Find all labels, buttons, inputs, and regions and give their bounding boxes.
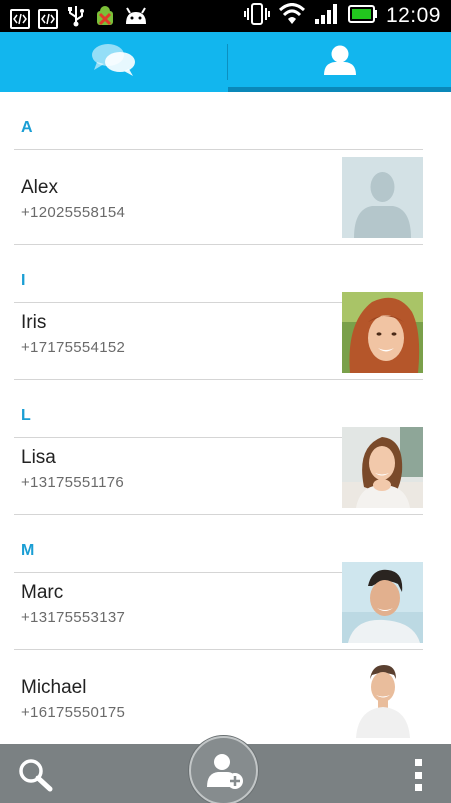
add-contact-icon <box>207 754 243 789</box>
status-clock: 12:09 <box>385 4 441 27</box>
contact-name: Marc <box>21 582 64 603</box>
developer-code-icon <box>38 8 58 29</box>
usb-icon <box>66 5 86 32</box>
search-icon[interactable] <box>18 758 54 792</box>
contact-photo-avatar[interactable] <box>342 657 423 738</box>
contact-phone: +17175554152 <box>21 339 126 356</box>
person-icon <box>323 44 357 81</box>
contact-phone: +13175553137 <box>21 609 126 626</box>
signal-icon <box>314 3 340 30</box>
battery-icon <box>347 4 378 28</box>
android-icon <box>124 6 148 31</box>
vibrate-icon <box>243 2 270 30</box>
wifi-icon <box>278 2 306 30</box>
contact-list[interactable]: A Alex +12025558154 I Iris +17175554152 <box>0 92 451 744</box>
contact-photo-avatar[interactable] <box>342 427 423 508</box>
contact-photo-avatar[interactable] <box>342 562 423 643</box>
section-letter: A <box>21 119 33 136</box>
status-bar: 12:09 <box>0 0 451 32</box>
contact-name: Alex <box>21 177 58 198</box>
contact-row-michael[interactable]: Michael +16175550175 <box>14 650 423 744</box>
tab-bar <box>0 32 451 92</box>
contact-name: Iris <box>21 312 47 333</box>
contact-phone: +12025558154 <box>21 204 126 221</box>
developer-code-icon <box>10 8 30 29</box>
tab-chats[interactable] <box>0 32 227 92</box>
default-avatar-icon[interactable] <box>342 157 423 238</box>
status-system-icons: 12:09 <box>243 2 441 30</box>
contact-phone: +16175550175 <box>21 704 126 721</box>
contact-phone: +13175551176 <box>21 474 125 491</box>
contact-photo-avatar[interactable] <box>342 292 423 373</box>
section-header-a: A <box>14 92 423 150</box>
contact-row-iris[interactable]: Iris +17175554152 <box>14 285 423 380</box>
menu-dot <box>414 771 422 779</box>
tab-contacts[interactable] <box>228 32 451 92</box>
add-contact-button[interactable] <box>189 736 258 803</box>
contact-row-alex[interactable]: Alex +12025558154 <box>14 150 423 245</box>
overflow-menu-icon[interactable] <box>413 759 423 791</box>
debug-bug-icon <box>94 5 116 32</box>
chat-bubbles-icon <box>91 43 137 82</box>
contact-row-marc[interactable]: Marc +13175553137 <box>14 555 423 650</box>
contact-name: Michael <box>21 677 87 698</box>
menu-dot <box>414 784 422 791</box>
menu-dot <box>414 759 422 766</box>
contact-name: Lisa <box>21 447 56 468</box>
contact-row-lisa[interactable]: Lisa +13175551176 <box>14 420 423 515</box>
status-notifications <box>10 5 148 32</box>
